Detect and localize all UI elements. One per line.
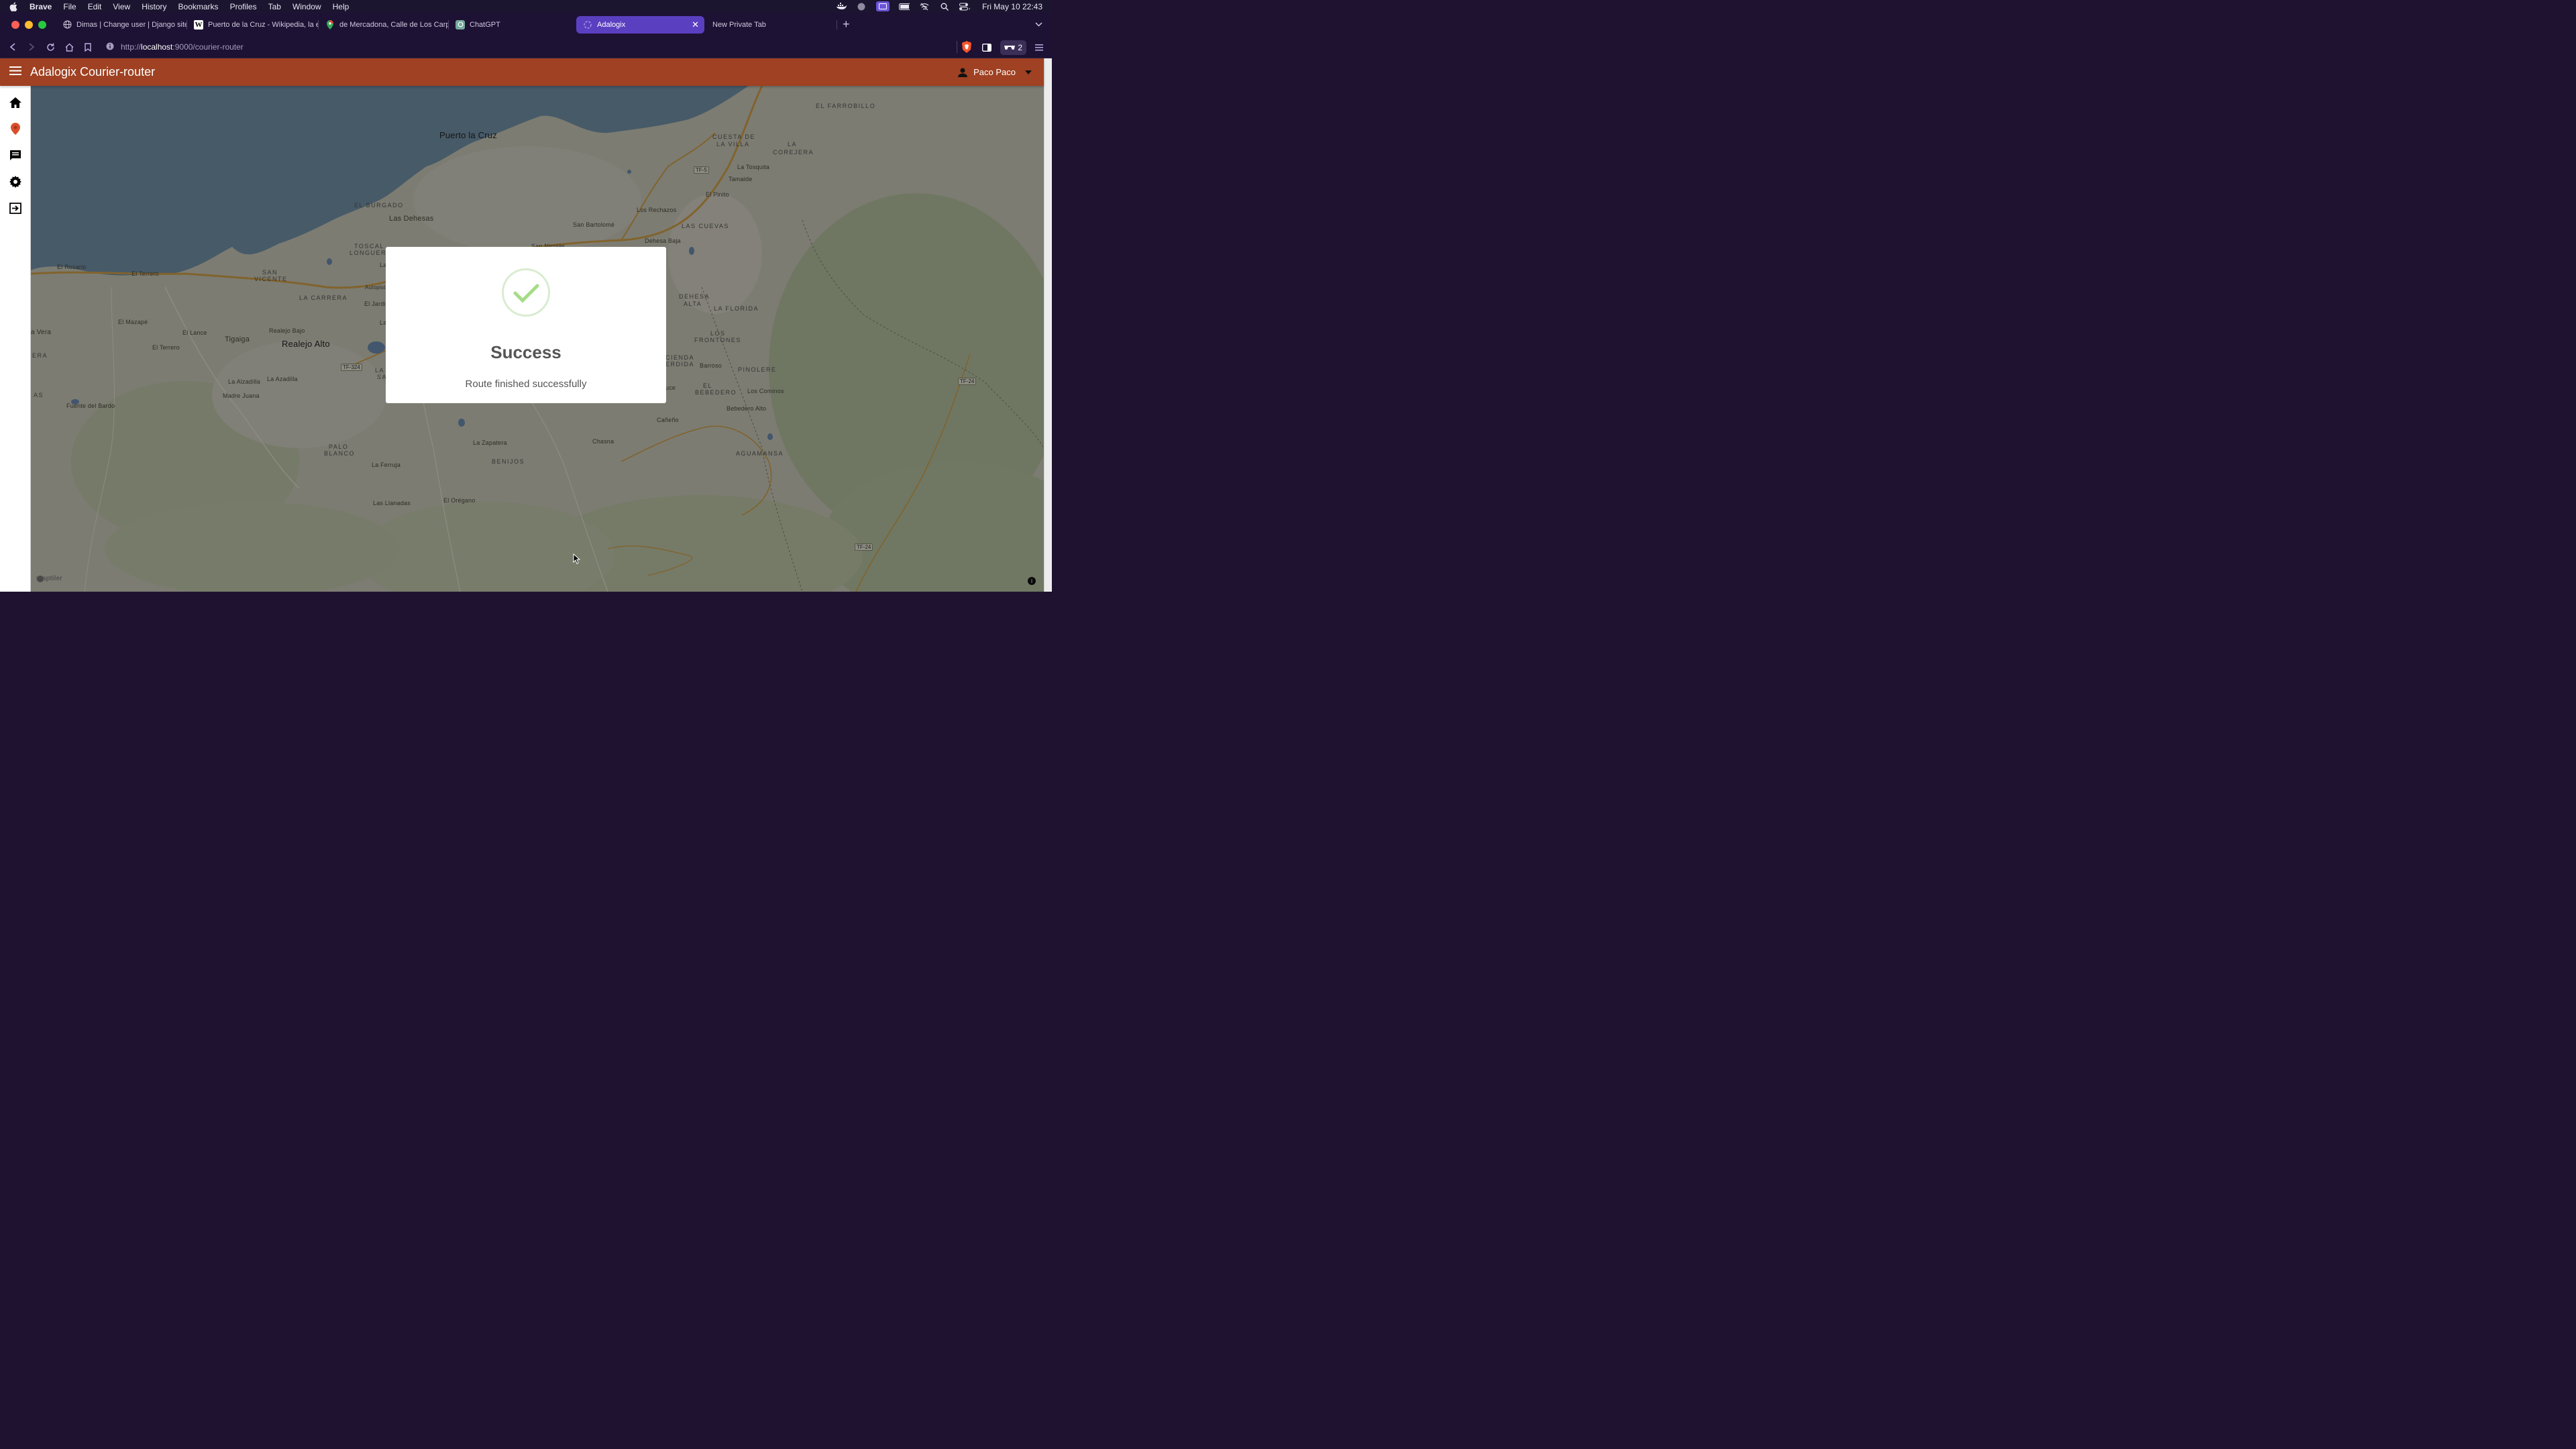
close-tab-icon[interactable]: ✕ [692,19,699,30]
dialog-title: Success [490,342,561,362]
new-tab-button[interactable]: + [843,17,850,32]
url-prefix: http:// [121,42,142,52]
map-marker-icon[interactable] [9,122,22,136]
success-check-icon [502,268,550,317]
user-icon [958,68,968,77]
home-icon[interactable] [9,96,22,109]
bookmark-button[interactable] [78,38,97,56]
tab-title: ChatGPT [470,20,500,29]
url-host: localhost [141,42,173,52]
tab-title: Dimas | Change user | Django site [76,20,187,29]
menu-view[interactable]: View [113,2,130,11]
maps-pin-icon [325,19,335,30]
tab-adalogix[interactable]: Adalogix ✕ [576,15,704,34]
screen-share-icon[interactable] [875,1,890,11]
menu-help[interactable]: Help [333,2,350,11]
toolbar-right-actions: 2 [961,36,1052,58]
chatgpt-icon [455,19,465,30]
menu-edit[interactable]: Edit [88,2,102,11]
window-controls [11,20,46,29]
adalogix-icon [583,20,592,30]
menu-app-name[interactable]: Brave [30,2,52,11]
wikipedia-icon: W [194,19,203,30]
macos-menubar: Brave File Edit View History Bookmarks P… [0,0,1052,13]
record-icon[interactable] [856,3,867,11]
main-menu-icon[interactable] [1033,38,1045,57]
dialog-message: Route finished successfully [465,378,587,390]
home-button[interactable] [60,38,78,56]
private-window-badge[interactable]: 2 [1000,40,1026,55]
tab-list-chevron-icon[interactable] [1035,21,1042,29]
menu-history[interactable]: History [142,2,166,11]
menu-file[interactable]: File [63,2,76,11]
site-info-icon[interactable] [106,42,114,52]
brave-shields-icon[interactable] [961,40,973,54]
page-scrollbar[interactable] [1044,58,1052,592]
reload-button[interactable] [41,38,60,56]
private-glasses-icon [1004,45,1016,50]
user-menu[interactable]: Paco Paco [957,67,1032,78]
globe-icon [62,20,72,30]
app-sidebar [0,86,31,592]
browser-tab-strip: Dimas | Change user | Django site W Puer… [0,13,1052,36]
hamburger-menu-icon[interactable] [9,66,21,78]
tab-title: Adalogix [597,20,626,29]
private-window-count: 2 [1018,42,1022,52]
docker-icon[interactable] [836,3,847,11]
tab-title: de Mercadona, Calle de Los Carpi [339,20,449,29]
spotlight-search-icon[interactable] [939,3,950,11]
battery-icon[interactable] [898,3,910,11]
mouse-cursor-icon [573,553,581,564]
minimize-window-button[interactable] [25,20,33,29]
zoom-window-button[interactable] [38,20,46,29]
close-window-button[interactable] [11,20,19,29]
wifi-off-icon[interactable] [919,3,930,11]
menubar-status-area: Fri May 10 22:43 [836,0,1042,13]
tab-title: New Private Tab [712,20,766,29]
menu-bookmarks[interactable]: Bookmarks [178,2,219,11]
address-bar[interactable]: http://localhost:9000/courier-router [101,38,959,56]
app-title: Adalogix Courier-router [30,65,156,78]
control-center-icon[interactable] [959,3,970,11]
settings-icon[interactable] [9,175,22,189]
logout-icon[interactable] [9,201,22,215]
tab-chatgpt[interactable]: ChatGPT [449,16,576,34]
menu-window[interactable]: Window [292,2,321,11]
caret-down-icon [1025,70,1032,74]
tab-wikipedia[interactable]: W Puerto de la Cruz - Wikipedia, la e [187,16,319,34]
url-path: :9000/courier-router [172,42,244,52]
tab-title: Puerto de la Cruz - Wikipedia, la e [208,20,319,29]
message-icon[interactable] [9,148,22,162]
sidebar-toggle-icon[interactable] [980,38,994,57]
menu-tab[interactable]: Tab [268,2,281,11]
tab-google-maps[interactable]: de Mercadona, Calle de Los Carpi [319,16,449,34]
menu-profiles[interactable]: Profiles [230,2,257,11]
menubar-clock[interactable]: Fri May 10 22:43 [982,2,1042,11]
tab-new-private[interactable]: New Private Tab [704,16,837,34]
tab-django[interactable]: Dimas | Change user | Django site [56,16,187,34]
forward-button[interactable] [22,38,41,56]
back-button[interactable] [3,38,22,56]
success-dialog: Success Route finished successfully [386,247,666,403]
browser-toolbar: http://localhost:9000/courier-router 2 [0,36,1052,58]
apple-icon[interactable] [9,1,21,11]
app-header: Adalogix Courier-router Paco Paco [0,58,1044,86]
user-name: Paco Paco [973,67,1016,77]
